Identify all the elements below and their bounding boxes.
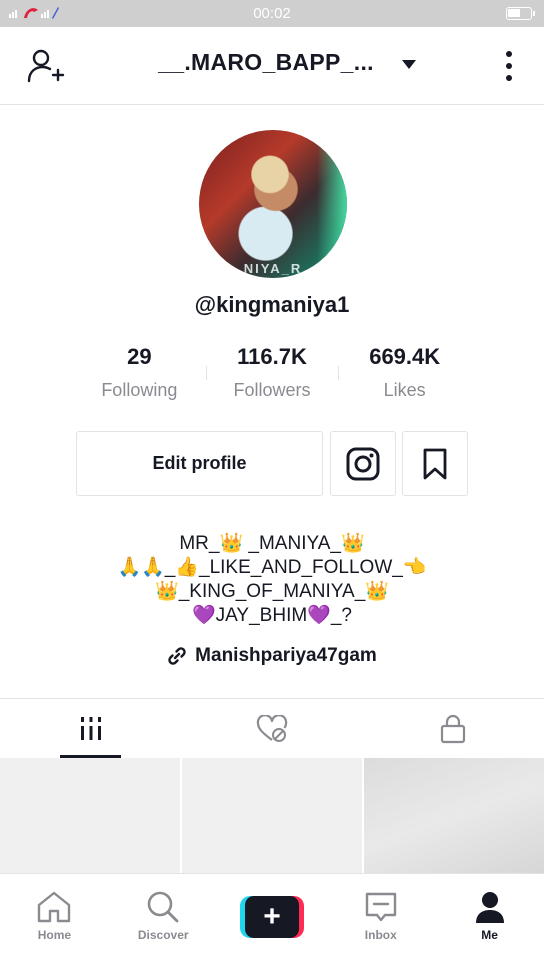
stat-value: 29 <box>127 344 152 369</box>
person-icon <box>475 892 504 923</box>
nav-label: Home <box>37 928 72 942</box>
more-options-button[interactable] <box>504 51 514 81</box>
bio-line: 🙏🙏_👍_LIKE_AND_FOLLOW_👈 <box>117 557 427 578</box>
chevron-down-icon <box>401 60 416 69</box>
avatar[interactable]: NIYA_R <box>199 130 347 278</box>
more-icon-dot <box>506 63 512 69</box>
stat-likes[interactable]: 669.4K Likes <box>338 344 471 404</box>
profile-bio: MR_👑 _MANIYA_👑 🙏🙏_👍_LIKE_AND_FOLLOW_👈 👑_… <box>0 532 544 628</box>
stat-value: 669.4K <box>369 344 441 369</box>
hidden-heart-icon <box>256 714 288 742</box>
grid-icon <box>80 716 101 740</box>
stat-following[interactable]: 29 Following <box>73 344 206 404</box>
add-user-icon <box>27 49 65 83</box>
profile-link-text: Manishpariya47gam <box>195 645 377 666</box>
video-grid <box>0 758 544 874</box>
lock-icon <box>441 714 466 743</box>
account-switcher[interactable]: __.MARO_BAPP_... <box>130 49 444 76</box>
profile-header: __.MARO_BAPP_... <box>0 27 544 105</box>
video-thumbnail[interactable] <box>0 758 180 874</box>
profile-link[interactable]: Manishpariya47gam <box>0 645 544 667</box>
avatar-text: NIYA_R <box>243 261 303 276</box>
stat-label: Followers <box>233 380 311 400</box>
profile-stats: 29 Following 116.7K Followers 669.4K Lik… <box>73 344 471 404</box>
stat-label: Likes <box>383 380 426 400</box>
video-thumbnail[interactable] <box>182 758 362 874</box>
tab-liked[interactable] <box>181 699 362 758</box>
status-time: 00:02 <box>253 5 291 22</box>
nav-inbox[interactable]: Inbox <box>326 874 435 960</box>
avatar-glow <box>317 130 347 278</box>
instagram-icon <box>346 447 380 480</box>
nav-label: Inbox <box>364 928 397 942</box>
add-friend-button[interactable] <box>26 49 66 85</box>
bio-line: 💜JAY_BHIM💜_? <box>192 605 352 626</box>
instagram-button[interactable] <box>330 431 396 496</box>
stat-label: Following <box>101 380 178 400</box>
link-icon <box>168 647 186 665</box>
search-icon <box>147 891 179 923</box>
video-thumbnail[interactable] <box>364 758 544 874</box>
nav-home[interactable]: Home <box>0 874 109 960</box>
bookmark-icon <box>423 448 447 479</box>
favorites-button[interactable] <box>402 431 468 496</box>
tab-private[interactable] <box>363 699 544 758</box>
nav-label: Discover <box>137 928 189 942</box>
username: @kingmaniya1 <box>194 292 350 317</box>
edit-profile-button[interactable]: Edit profile <box>76 431 323 496</box>
bio-line: MR_👑 _MANIYA_👑 <box>179 533 365 554</box>
battery-icon <box>506 7 535 20</box>
bio-line: 👑_KING_OF_MANIYA_👑 <box>155 581 389 602</box>
header-title: __.MARO_BAPP_... <box>158 49 374 75</box>
home-icon <box>38 891 71 923</box>
content-tabs <box>0 698 544 758</box>
create-button[interactable]: + <box>239 896 304 938</box>
nav-label: Me <box>481 928 498 942</box>
bottom-navigation: Home Discover + Inbox Me <box>0 873 544 960</box>
more-icon-dot <box>506 75 512 81</box>
plus-icon: + <box>244 896 299 938</box>
more-icon-dot <box>506 51 512 57</box>
nav-discover[interactable]: Discover <box>109 874 218 960</box>
status-bar: 00:02 <box>0 0 544 27</box>
stat-value: 116.7K <box>237 344 307 369</box>
stat-followers[interactable]: 116.7K Followers <box>205 344 339 404</box>
nav-me[interactable]: Me <box>435 874 544 960</box>
tab-videos[interactable] <box>0 699 181 758</box>
nav-create[interactable]: + <box>218 874 327 960</box>
inbox-icon <box>365 892 396 922</box>
